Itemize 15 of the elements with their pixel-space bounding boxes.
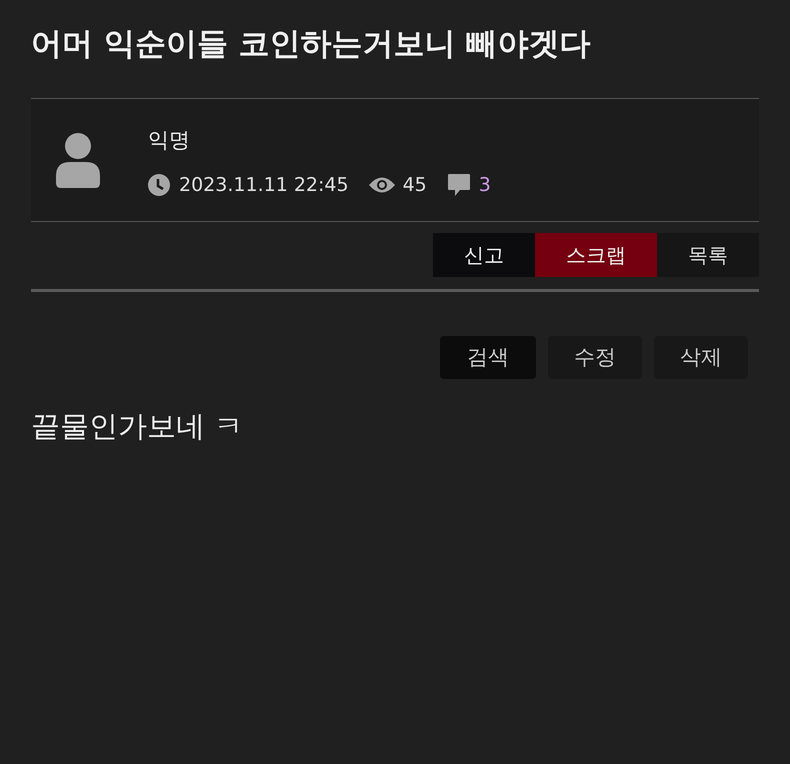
- view-count: 45: [402, 173, 427, 198]
- eye-icon: [368, 176, 395, 194]
- post-datetime: 2023.11.11 22:45: [179, 173, 349, 198]
- tool-button[interactable]: 검색: [440, 336, 536, 379]
- clock-icon: [148, 174, 170, 196]
- action-button[interactable]: 스크랩: [535, 233, 657, 277]
- author-name: 익명: [148, 127, 191, 154]
- tool-button[interactable]: 삭제: [654, 336, 748, 379]
- tool-button[interactable]: 수정: [548, 336, 642, 379]
- comment-count: 3: [478, 173, 491, 198]
- comment-icon: [446, 173, 471, 198]
- avatar-icon: [54, 132, 102, 188]
- action-button[interactable]: 목록: [657, 233, 759, 277]
- post-body: 끝물인가보네 ㅋ: [31, 408, 244, 445]
- action-button[interactable]: 신고: [433, 233, 535, 277]
